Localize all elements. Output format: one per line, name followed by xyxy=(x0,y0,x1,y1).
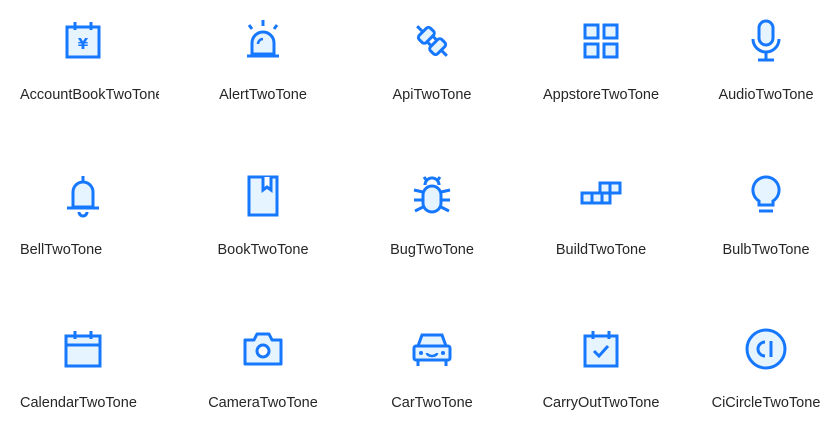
icon-cell-ci-circle[interactable]: CiCircleTwoTone xyxy=(683,308,831,428)
api-icon xyxy=(409,18,455,64)
icon-cell-car[interactable]: CarTwoTone xyxy=(349,308,515,428)
icon-cell-build[interactable]: BuildTwoTone xyxy=(518,155,684,275)
book-icon xyxy=(240,173,286,219)
icon-cell-camera[interactable]: CameraTwoTone xyxy=(180,308,346,428)
icon-cell-appstore[interactable]: AppstoreTwoTone xyxy=(518,0,684,120)
icon-label: AlertTwoTone xyxy=(219,87,307,103)
icon-label: CarTwoTone xyxy=(391,395,473,411)
icon-cell-calendar[interactable]: CalendarTwoTone xyxy=(0,308,166,428)
icon-cell-bell[interactable]: BellTwoTone xyxy=(0,155,166,275)
icon-label: ApiTwoTone xyxy=(392,87,472,103)
account-book-icon: ¥ xyxy=(60,18,106,64)
icon-label: CalendarTwoTone xyxy=(20,395,137,411)
bug-icon xyxy=(409,173,455,219)
icon-label: BookTwoTone xyxy=(217,242,309,258)
carry-out-icon xyxy=(578,326,624,372)
icon-label: AppstoreTwoTone xyxy=(542,87,660,103)
car-icon xyxy=(409,326,455,372)
bulb-icon xyxy=(743,173,789,219)
camera-icon xyxy=(240,326,286,372)
icon-label: BuildTwoTone xyxy=(555,242,647,258)
icon-label: BellTwoTone xyxy=(20,242,103,258)
icon-cell-account-book[interactable]: ¥ AccountBookTwoTone xyxy=(0,0,166,120)
icon-cell-alert[interactable]: AlertTwoTone xyxy=(180,0,346,120)
icon-cell-bulb[interactable]: BulbTwoTone xyxy=(683,155,831,275)
icon-cell-audio[interactable]: AudioTwoTone xyxy=(683,0,831,120)
bell-icon xyxy=(60,173,106,219)
icon-cell-bug[interactable]: BugTwoTone xyxy=(349,155,515,275)
ci-circle-icon xyxy=(743,326,789,372)
icon-label: BugTwoTone xyxy=(390,242,474,258)
svg-text:¥: ¥ xyxy=(78,35,89,53)
icon-cell-api[interactable]: ApiTwoTone xyxy=(349,0,515,120)
icon-label: CiCircleTwoTone xyxy=(711,395,821,411)
calendar-icon xyxy=(60,326,106,372)
icon-label: CameraTwoTone xyxy=(208,395,318,411)
icon-label: CarryOutTwoTone xyxy=(542,395,660,411)
audio-icon xyxy=(743,18,789,64)
icon-grid: ¥ AccountBookTwoTone AlertTwoTone ApiTwo… xyxy=(0,0,831,411)
icon-label: AccountBookTwoTone xyxy=(20,87,159,103)
icon-cell-book[interactable]: BookTwoTone xyxy=(180,155,346,275)
icon-cell-carry-out[interactable]: CarryOutTwoTone xyxy=(518,308,684,428)
icon-label: AudioTwoTone xyxy=(718,87,814,103)
alert-icon xyxy=(240,18,286,64)
icon-label: BulbTwoTone xyxy=(722,242,810,258)
build-icon xyxy=(578,173,624,219)
appstore-icon xyxy=(578,18,624,64)
